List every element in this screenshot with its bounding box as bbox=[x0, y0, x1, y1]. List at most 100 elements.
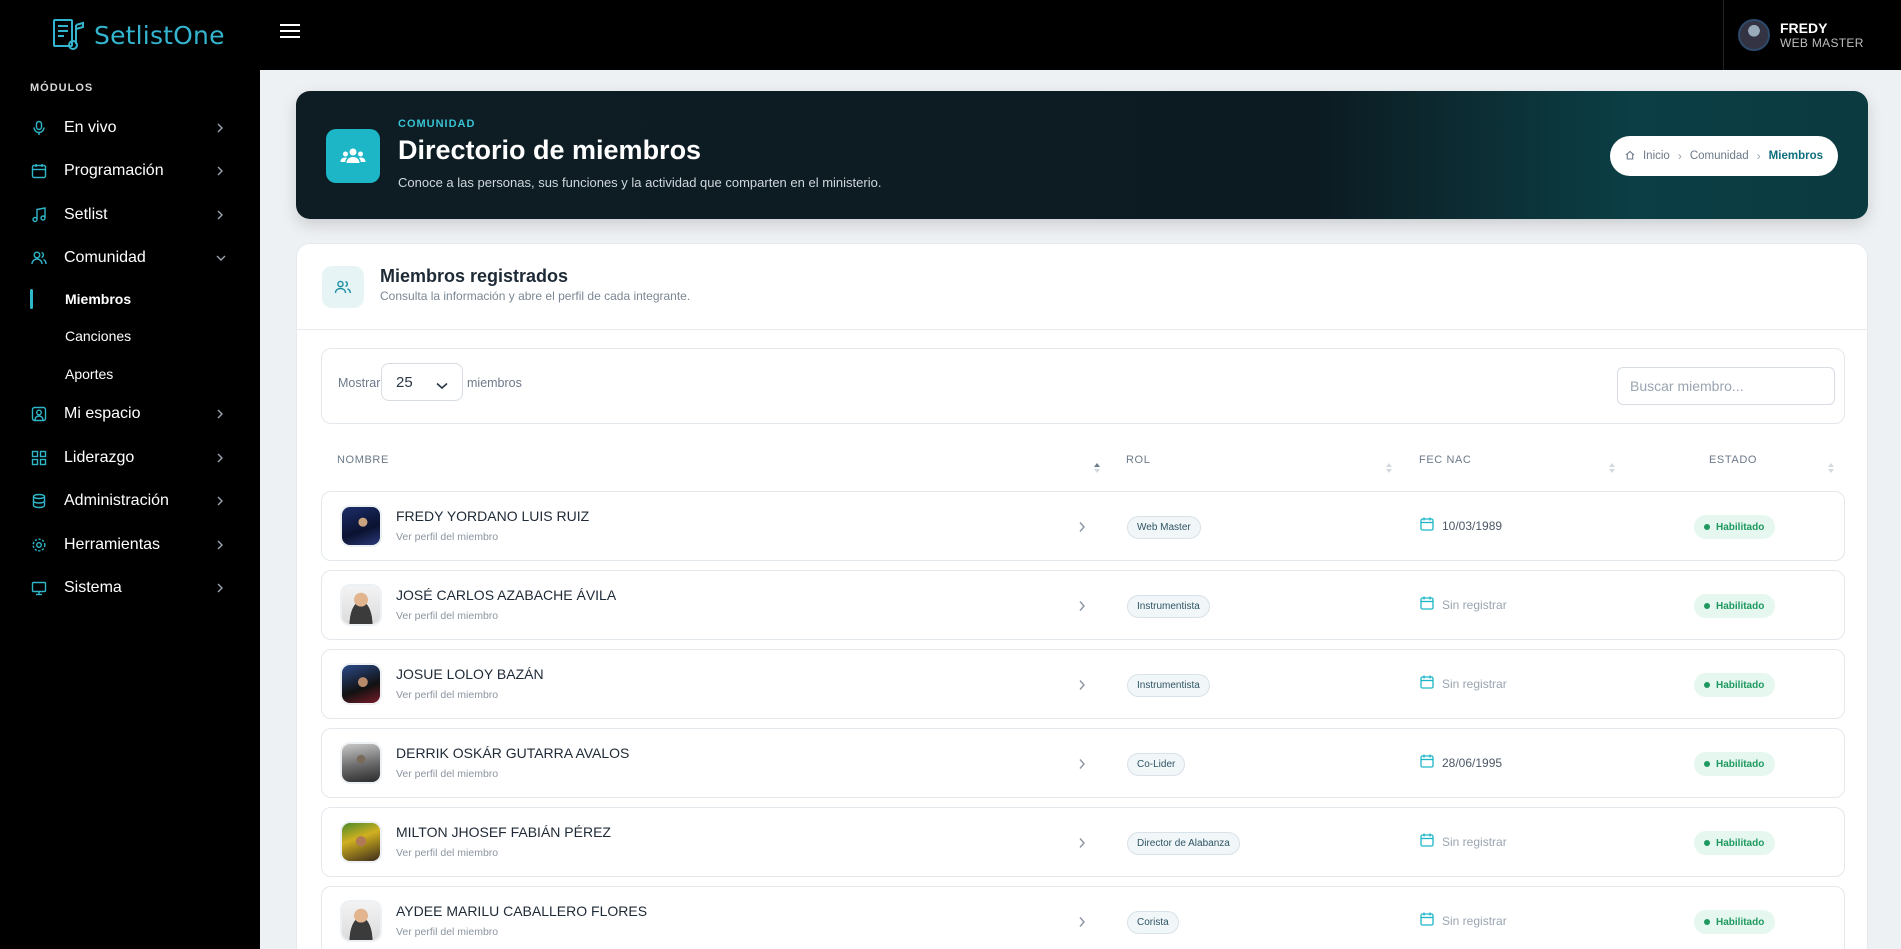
table-row[interactable]: FREDY YORDANO LUIS RUIZ Ver perfil del m… bbox=[321, 491, 1845, 561]
breadcrumb-home[interactable]: Inicio bbox=[1643, 150, 1670, 162]
member-name[interactable]: DERRIK OSKÁR GUTARRA AVALOS bbox=[396, 745, 629, 761]
sidebar-item-herramientas[interactable]: Herramientas bbox=[0, 523, 260, 567]
section-label: MÓDULOS bbox=[30, 82, 94, 94]
column-header-role[interactable]: ROL bbox=[1126, 454, 1150, 466]
sidebar-item-programacion[interactable]: Programación bbox=[0, 150, 260, 194]
sidebar-subitem-canciones[interactable]: Canciones bbox=[0, 318, 260, 356]
table-row[interactable]: MILTON JHOSEF FABIÁN PÉREZ Ver perfil de… bbox=[321, 807, 1845, 877]
birth-date: Sin registrar bbox=[1420, 596, 1507, 613]
user-role: WEB MASTER bbox=[1780, 36, 1864, 50]
table-row[interactable]: DERRIK OSKÁR GUTARRA AVALOS Ver perfil d… bbox=[321, 728, 1845, 798]
sidebar-item-administracion[interactable]: Administración bbox=[0, 480, 260, 524]
member-profile-link[interactable]: Ver perfil del miembro bbox=[396, 926, 498, 938]
role-badge: Web Master bbox=[1127, 516, 1201, 539]
member-name[interactable]: FREDY YORDANO LUIS RUIZ bbox=[396, 508, 589, 524]
avatar bbox=[342, 586, 380, 624]
status-dot bbox=[1704, 919, 1710, 925]
chevron-down-icon bbox=[436, 377, 448, 394]
chevron-right-icon: › bbox=[1677, 149, 1682, 163]
member-name[interactable]: AYDEE MARILU CABALLERO FLORES bbox=[396, 903, 647, 919]
column-header-name[interactable]: NOMBRE bbox=[337, 454, 389, 466]
monitor-icon bbox=[30, 579, 48, 597]
calendar-icon bbox=[1420, 517, 1434, 534]
member-name[interactable]: JOSÉ CARLOS AZABACHE ÁVILA bbox=[396, 587, 616, 603]
status-badge: Habilitado bbox=[1694, 831, 1776, 855]
menu-toggle-icon[interactable] bbox=[280, 24, 300, 44]
calendar-icon bbox=[30, 162, 48, 180]
member-profile-link[interactable]: Ver perfil del miembro bbox=[396, 689, 498, 701]
column-header-status[interactable]: ESTADO bbox=[1709, 454, 1757, 466]
sort-icon[interactable] bbox=[1385, 461, 1393, 473]
chevron-right-icon[interactable] bbox=[1078, 757, 1086, 775]
member-profile-link[interactable]: Ver perfil del miembro bbox=[396, 531, 498, 543]
sidebar-subitem-aportes[interactable]: Aportes bbox=[0, 355, 260, 393]
chevron-right-icon bbox=[216, 453, 226, 463]
member-name[interactable]: MILTON JHOSEF FABIÁN PÉREZ bbox=[396, 824, 611, 840]
page-size-select[interactable]: 25 bbox=[381, 363, 463, 401]
table-row[interactable]: JOSÉ CARLOS AZABACHE ÁVILA Ver perfil de… bbox=[321, 570, 1845, 640]
member-name[interactable]: JOSUE LOLOY BAZÁN bbox=[396, 666, 544, 682]
community-subnav: Miembros Canciones Aportes bbox=[0, 280, 260, 393]
show-label: Mostrar bbox=[338, 376, 381, 390]
status-label: Habilitado bbox=[1716, 758, 1765, 770]
member-profile-link[interactable]: Ver perfil del miembro bbox=[396, 847, 498, 859]
sidebar-item-label: Administración bbox=[64, 492, 169, 510]
sidebar-item-liderazgo[interactable]: Liderazgo bbox=[0, 436, 260, 480]
brand[interactable]: SetlistOne bbox=[0, 0, 260, 70]
avatar bbox=[1738, 19, 1770, 51]
table-row[interactable]: AYDEE MARILU CABALLERO FLORES Ver perfil… bbox=[321, 886, 1845, 949]
chevron-right-icon[interactable] bbox=[1078, 520, 1086, 538]
chevron-right-icon[interactable] bbox=[1078, 599, 1086, 617]
status-label: Habilitado bbox=[1716, 600, 1765, 612]
search-input[interactable] bbox=[1617, 367, 1835, 405]
status-dot bbox=[1704, 682, 1710, 688]
chevron-down-icon bbox=[216, 253, 226, 263]
sort-asc-icon[interactable] bbox=[1093, 461, 1101, 473]
table-row[interactable]: JOSUE LOLOY BAZÁN Ver perfil del miembro… bbox=[321, 649, 1845, 719]
chevron-right-icon bbox=[216, 123, 226, 133]
chevron-right-icon bbox=[216, 166, 226, 176]
column-header-dob[interactable]: FEC NAC bbox=[1419, 454, 1471, 466]
chevron-right-icon[interactable] bbox=[1078, 915, 1086, 933]
member-profile-link[interactable]: Ver perfil del miembro bbox=[396, 768, 498, 780]
sidebar-item-label: Mi espacio bbox=[64, 405, 141, 423]
breadcrumb-section[interactable]: Comunidad bbox=[1690, 150, 1749, 162]
birth-date: Sin registrar bbox=[1420, 675, 1507, 692]
card-title: Miembros registrados bbox=[380, 266, 569, 286]
sidebar-subitem-miembros[interactable]: Miembros bbox=[0, 280, 260, 318]
sidebar-item-label: Herramientas bbox=[64, 535, 161, 553]
sidebar-item-label: Setlist bbox=[64, 205, 108, 223]
calendar-icon bbox=[1420, 912, 1434, 929]
birth-date: 28/06/1995 bbox=[1420, 754, 1502, 771]
sidebar-item-setlist[interactable]: Setlist bbox=[0, 193, 260, 237]
page-hero: COMUNIDAD Directorio de miembros Conoce … bbox=[296, 91, 1868, 219]
user-square-icon bbox=[30, 405, 48, 423]
status-dot bbox=[1704, 524, 1710, 530]
sidebar-item-sistema[interactable]: Sistema bbox=[0, 567, 260, 611]
sidebar-item-mi-espacio[interactable]: Mi espacio bbox=[0, 393, 260, 437]
avatar bbox=[342, 665, 380, 703]
birth-date-value: 10/03/1989 bbox=[1442, 518, 1503, 533]
birth-date: 10/03/1989 bbox=[1420, 517, 1502, 534]
sidebar-item-label: Comunidad bbox=[64, 249, 146, 267]
user-menu[interactable]: FREDY WEB MASTER bbox=[1723, 0, 1901, 70]
sidebar-item-comunidad[interactable]: Comunidad bbox=[0, 237, 260, 281]
chevron-right-icon[interactable] bbox=[1078, 678, 1086, 696]
sidebar-item-label: Programación bbox=[64, 162, 164, 180]
member-profile-link[interactable]: Ver perfil del miembro bbox=[396, 610, 498, 622]
birth-date-value: Sin registrar bbox=[1442, 913, 1507, 928]
role-badge: Co-Lider bbox=[1127, 753, 1186, 776]
user-name: FREDY bbox=[1780, 20, 1828, 36]
chevron-right-icon[interactable] bbox=[1078, 836, 1086, 854]
sidebar-item-label: Sistema bbox=[64, 579, 122, 597]
sort-icon[interactable] bbox=[1608, 461, 1616, 473]
sidebar-nav-lower: Mi espacio Liderazgo Administración Herr… bbox=[0, 393, 260, 611]
music-list-logo-icon bbox=[52, 17, 86, 53]
status-badge: Habilitado bbox=[1694, 910, 1776, 934]
database-icon bbox=[30, 492, 48, 510]
status-badge: Habilitado bbox=[1694, 594, 1776, 618]
sidebar-item-en-vivo[interactable]: En vivo bbox=[0, 106, 260, 150]
sort-icon[interactable] bbox=[1827, 461, 1835, 473]
role-badge: Instrumentista bbox=[1127, 674, 1210, 697]
home-icon bbox=[1625, 150, 1635, 163]
